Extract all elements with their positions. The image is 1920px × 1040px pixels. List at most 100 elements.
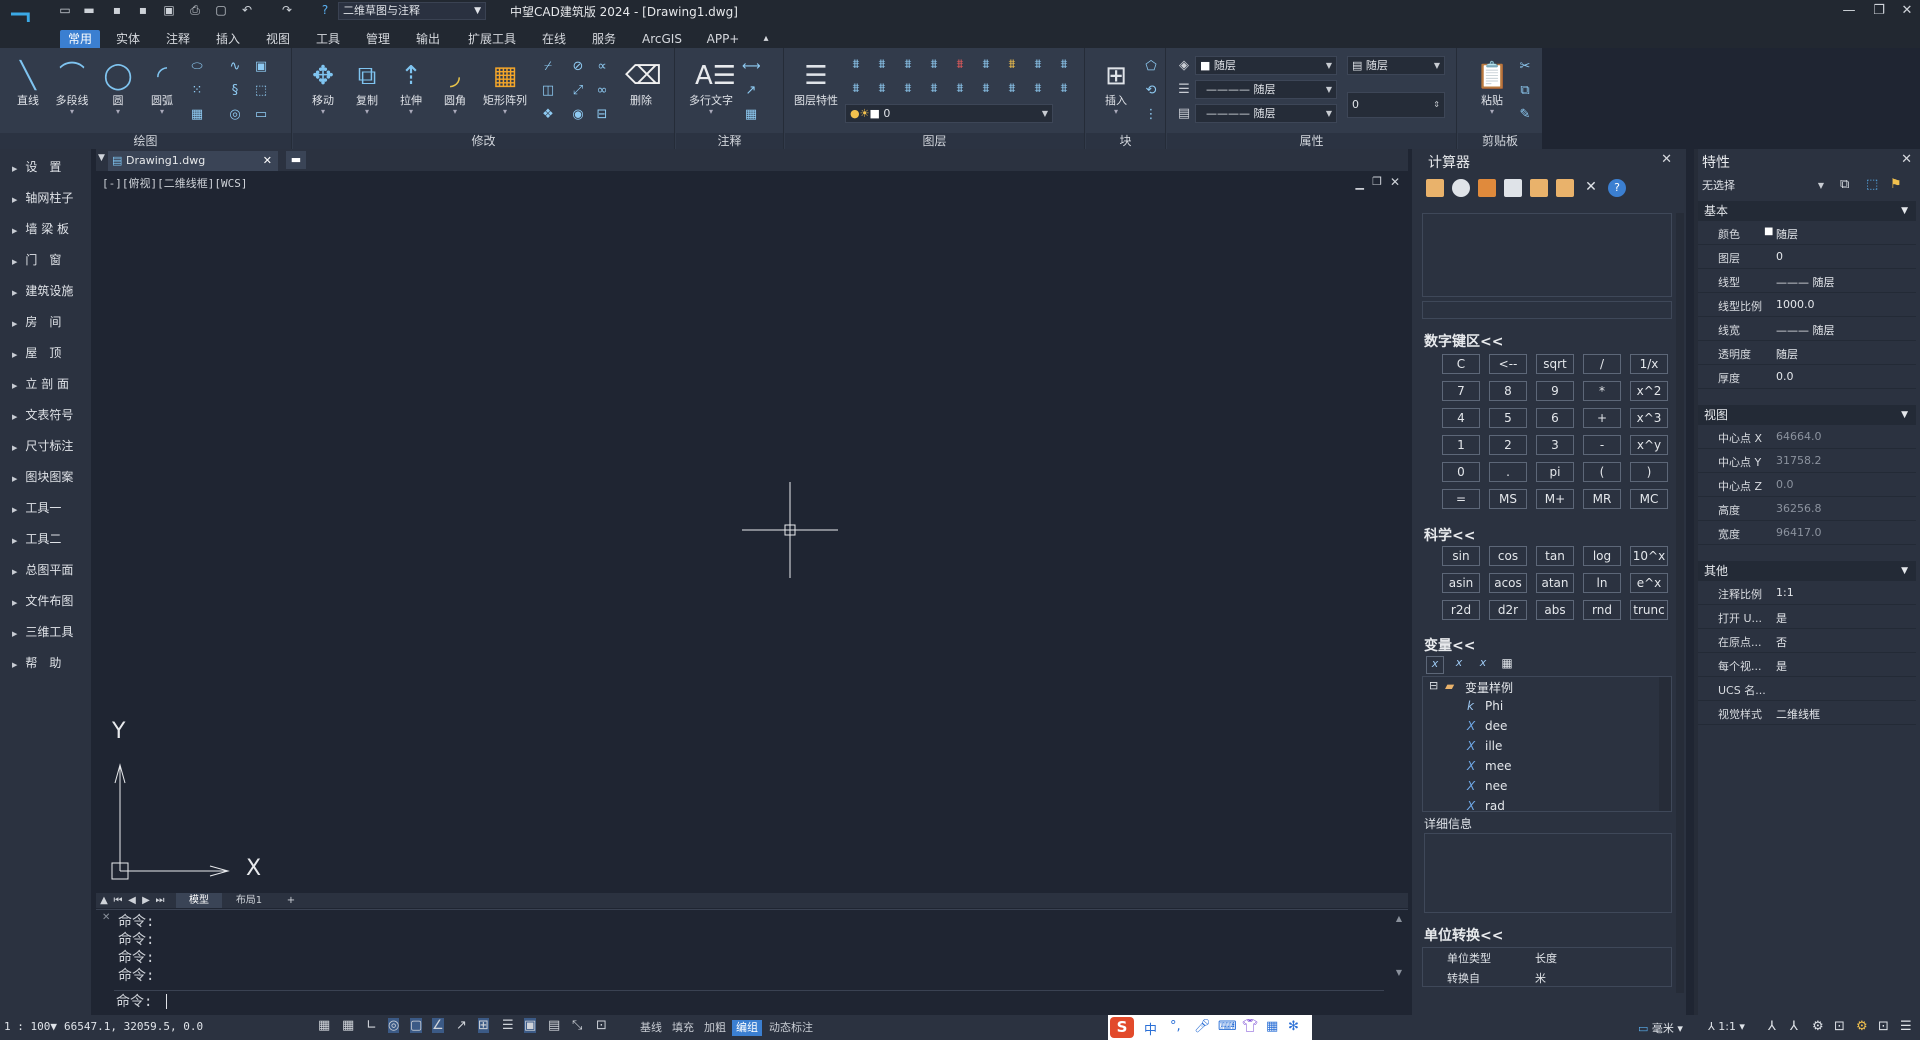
property-row[interactable]: 注释比例 1:1 <box>1698 581 1916 605</box>
match-properties-icon[interactable]: ◈ <box>1175 57 1193 75</box>
scientific-key[interactable]: tan <box>1536 546 1574 566</box>
ime-chinese-icon[interactable]: 中 <box>1144 1019 1157 1038</box>
ribbon-toggle-icon[interactable]: ▴ <box>756 30 776 48</box>
ime-settings-icon[interactable]: ✻ <box>1288 1019 1299 1034</box>
scientific-key[interactable]: asin <box>1442 573 1480 593</box>
workspace-select[interactable]: 二维草图与注释 ▼ <box>338 2 486 20</box>
erase-button[interactable]: ⌫ 删除 <box>619 60 663 128</box>
join-icon[interactable]: ∝ <box>593 58 611 76</box>
side-item-tools-two[interactable]: ▶ 工具二 <box>0 524 91 554</box>
unit-conversion-heading[interactable]: 单位转换<< <box>1424 925 1503 945</box>
mirror-icon[interactable]: ◫ <box>539 82 557 100</box>
hatch-icon[interactable]: ▦ <box>188 106 206 124</box>
close-tab-icon[interactable]: ✕ <box>263 151 272 171</box>
scientific-heading[interactable]: 科学<< <box>1424 525 1475 545</box>
numpad-key[interactable]: MC <box>1630 489 1668 509</box>
dimension-icon[interactable]: ⟷ <box>742 58 761 76</box>
scientific-key[interactable]: 10^x <box>1630 546 1668 566</box>
layer-tool-icon[interactable]: ⩩ <box>899 56 917 74</box>
unit-type-value[interactable]: 长度 <box>1535 950 1557 966</box>
side-item-blocks-patterns[interactable]: ▶ 图块图案 <box>0 462 91 492</box>
scientific-key[interactable]: abs <box>1536 600 1574 620</box>
side-item-rooms[interactable]: ▶ 房 间 <box>0 307 91 337</box>
scientific-key[interactable]: e^x <box>1630 573 1668 593</box>
numpad-key[interactable]: <-- <box>1489 354 1527 374</box>
ime-voice-icon[interactable]: 🎤︎ <box>1194 1019 1211 1034</box>
delete-variable-icon[interactable]: x <box>1474 656 1492 674</box>
numpad-key[interactable]: ) <box>1630 462 1668 482</box>
property-row[interactable]: 图层 0 <box>1698 245 1916 269</box>
numpad-key[interactable]: 5 <box>1489 408 1527 428</box>
object-snap-icon[interactable]: ▢ <box>410 1018 423 1033</box>
layer-tool-icon[interactable]: ⩩ <box>1029 56 1047 74</box>
calc-help-icon[interactable]: ? <box>1608 179 1626 197</box>
numpad-key[interactable]: x^3 <box>1630 408 1668 428</box>
quick-select-icon[interactable]: ⚑ <box>1890 177 1902 192</box>
section-basic[interactable]: 基本 ▼ <box>1698 201 1916 221</box>
layer-tool-icon[interactable]: ⩩ <box>873 56 891 74</box>
tab-layout1[interactable]: 布局1 <box>226 893 272 908</box>
numpad-key[interactable]: x^y <box>1630 435 1668 455</box>
point-icon[interactable]: ⁙ <box>188 82 206 100</box>
calc-input-field[interactable] <box>1422 301 1672 319</box>
numpad-key[interactable]: = <box>1442 489 1480 509</box>
chamfer-icon[interactable]: ◉ <box>569 106 587 124</box>
attribute-icon[interactable]: ⋮ <box>1142 106 1160 124</box>
sogou-ime-icon[interactable]: S <box>1110 1017 1134 1038</box>
numpad-key[interactable]: 2 <box>1489 435 1527 455</box>
property-row[interactable]: 颜色 随层 ■ <box>1698 221 1916 245</box>
close-properties-icon[interactable]: ✕ <box>1901 152 1912 167</box>
circle-button[interactable]: ◯ 圆 ▾ <box>96 60 140 128</box>
scientific-key[interactable]: ln <box>1583 573 1621 593</box>
rectangle-icon[interactable]: ▭ <box>252 106 270 124</box>
side-item-building-facilities[interactable]: ▶ 建筑设施 <box>0 276 91 306</box>
edit-variable-icon[interactable]: x <box>1450 656 1468 674</box>
side-item-settings[interactable]: ▶ 设 置 <box>0 152 91 182</box>
ime-toolbox-icon[interactable]: ▦ <box>1266 1019 1278 1034</box>
property-row[interactable]: 中心点 Z 0.0 <box>1698 473 1916 497</box>
lineweight-icon[interactable]: ▤ <box>1175 105 1193 123</box>
tab-view[interactable]: 视图 <box>258 30 298 48</box>
variable-folder[interactable]: 变量样例 <box>1465 679 1513 696</box>
variables-heading[interactable]: 变量<< <box>1424 635 1475 655</box>
layer-tool-icon[interactable]: ⩩ <box>925 80 943 98</box>
layer-tool-icon[interactable]: ⩩ <box>847 56 865 74</box>
leader-icon[interactable]: ↗ <box>742 82 760 100</box>
move-button[interactable]: ✥ 移动 ▾ <box>301 60 345 128</box>
close-calculator-icon[interactable]: ✕ <box>1661 152 1672 167</box>
save-icon[interactable]: ▪ <box>110 3 124 17</box>
variable-item[interactable]: Xille <box>1423 737 1643 757</box>
variable-item[interactable]: Xdee <box>1423 717 1643 737</box>
match-brush-icon[interactable]: ✎ <box>1516 106 1534 124</box>
explode-icon[interactable]: ❖ <box>539 106 557 124</box>
fillet-button[interactable]: ◞ 圆角 ▾ <box>433 60 477 128</box>
tab-insert[interactable]: 插入 <box>208 30 248 48</box>
numpad-key[interactable]: M+ <box>1536 489 1574 509</box>
print-icon[interactable]: ⎙ <box>188 3 202 17</box>
last-tab-icon[interactable]: ⏭ <box>154 893 166 908</box>
first-tab-icon[interactable]: ⏮ <box>112 893 124 908</box>
selection-cycling-icon[interactable]: ⤡ <box>572 1018 582 1033</box>
side-item-grid-columns[interactable]: ▶ 轴网柱子 <box>0 183 91 213</box>
copy-clip-icon[interactable]: ⧉ <box>1516 82 1534 100</box>
numpad-key[interactable]: 7 <box>1442 381 1480 401</box>
select-objects-icon[interactable]: ⬚ <box>1866 177 1878 192</box>
linetype-icon[interactable]: ☰ <box>1175 81 1193 99</box>
property-row[interactable]: 透明度 随层 <box>1698 341 1916 365</box>
dynamic-input-icon[interactable]: ⊞ <box>478 1018 489 1033</box>
layer-properties-button[interactable]: ☰ 图层特性 <box>791 60 841 128</box>
arc-button[interactable]: ◜ 圆弧 ▾ <box>140 60 184 128</box>
property-row[interactable]: 视觉样式 二维线框 <box>1698 701 1916 725</box>
numpad-key[interactable]: . <box>1489 462 1527 482</box>
tab-online[interactable]: 在线 <box>534 30 574 48</box>
grid-icon[interactable]: ▦ <box>318 1018 330 1033</box>
edit-block-icon[interactable]: ⟲ <box>1142 82 1160 100</box>
side-item-doors-windows[interactable]: ▶ 门 窗 <box>0 245 91 275</box>
property-row[interactable]: 线型比例 1000.0 <box>1698 293 1916 317</box>
scale-icon[interactable]: ⤢ <box>569 82 587 100</box>
open-folder-icon[interactable]: ▬ <box>82 3 96 17</box>
drawing-viewport[interactable]: [-][俯视][二维线框][WCS] ▁ ❐ ✕ Y X <box>96 171 1408 893</box>
command-input[interactable]: 命令: <box>114 990 1384 1012</box>
numpad-key[interactable]: x^2 <box>1630 381 1668 401</box>
tab-annotate[interactable]: 注释 <box>158 30 198 48</box>
